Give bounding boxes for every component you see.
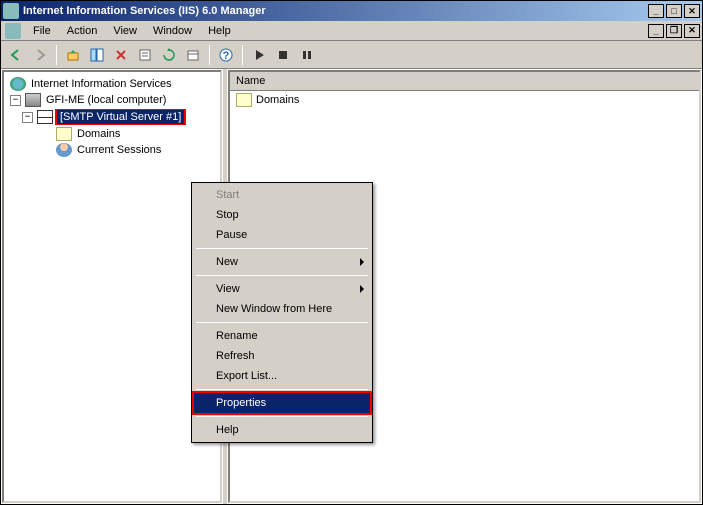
delete-button[interactable]	[110, 44, 132, 66]
menu-view[interactable]: View	[194, 279, 370, 299]
titlebar: Internet Information Services (IIS) 6.0 …	[1, 1, 702, 21]
menu-window[interactable]: Window	[145, 23, 200, 39]
pause-button[interactable]	[296, 44, 318, 66]
list-header-name[interactable]: Name	[230, 72, 699, 91]
tree-domains[interactable]: Domains	[6, 126, 218, 142]
up-button[interactable]	[62, 44, 84, 66]
menu-refresh[interactable]: Refresh	[194, 346, 370, 366]
menu-new[interactable]: New	[194, 252, 370, 272]
list-item-label: Domains	[256, 94, 299, 106]
menu-start: Start	[194, 185, 370, 205]
menu-properties[interactable]: Properties	[194, 393, 370, 413]
tree-smtp-label: [SMTP Virtual Server #1]	[57, 110, 184, 124]
content-area: Internet Information Services − GFI-ME (…	[1, 69, 702, 504]
refresh-button[interactable]	[158, 44, 180, 66]
app-icon	[3, 3, 19, 19]
start-button[interactable]	[248, 44, 270, 66]
tree-pane[interactable]: Internet Information Services − GFI-ME (…	[2, 70, 222, 503]
menu-view[interactable]: View	[105, 23, 145, 39]
svg-text:?: ?	[223, 50, 230, 62]
user-icon	[56, 143, 72, 157]
menu-rename[interactable]: Rename	[194, 326, 370, 346]
menu-separator	[196, 248, 368, 249]
collapse-icon[interactable]: −	[10, 95, 21, 106]
forward-button[interactable]	[29, 44, 51, 66]
collapse-icon[interactable]: −	[22, 112, 33, 123]
menu-new-window[interactable]: New Window from Here	[194, 299, 370, 319]
menu-file[interactable]: File	[25, 23, 59, 39]
menu-help[interactable]: Help	[194, 420, 370, 440]
tree-sessions-label: Current Sessions	[74, 143, 164, 157]
menu-action[interactable]: Action	[59, 23, 106, 39]
mdi-restore-button[interactable]: ❐	[666, 24, 682, 38]
mdi-close-button[interactable]: ✕	[684, 24, 700, 38]
context-menu: Start Stop Pause New View New Window fro…	[191, 182, 373, 443]
maximize-button[interactable]: □	[666, 4, 682, 18]
window-title: Internet Information Services (IIS) 6.0 …	[23, 5, 648, 17]
tree-sessions[interactable]: Current Sessions	[6, 142, 218, 158]
globe-icon	[10, 77, 26, 91]
help-button[interactable]: ?	[215, 44, 237, 66]
menu-help[interactable]: Help	[200, 23, 239, 39]
submenu-arrow-icon	[360, 285, 364, 293]
computer-icon	[25, 93, 41, 107]
tree-computer-label: GFI-ME (local computer)	[43, 93, 169, 107]
menu-pause[interactable]: Pause	[194, 225, 370, 245]
back-button[interactable]	[5, 44, 27, 66]
domain-icon	[236, 93, 252, 107]
tree-root-label: Internet Information Services	[28, 77, 175, 91]
menubar: File Action View Window Help _ ❐ ✕	[1, 21, 702, 41]
tree-domains-label: Domains	[74, 127, 123, 141]
toolbar: ?	[1, 41, 702, 69]
tree-computer[interactable]: − GFI-ME (local computer)	[6, 92, 218, 108]
mail-icon	[37, 110, 53, 124]
show-hide-tree-button[interactable]	[86, 44, 108, 66]
tree-root[interactable]: Internet Information Services	[6, 76, 218, 92]
stop-button[interactable]	[272, 44, 294, 66]
menu-separator	[196, 416, 368, 417]
app-window: Internet Information Services (IIS) 6.0 …	[0, 0, 703, 505]
mdi-minimize-button[interactable]: _	[648, 24, 664, 38]
menu-stop[interactable]: Stop	[194, 205, 370, 225]
submenu-arrow-icon	[360, 258, 364, 266]
menu-export[interactable]: Export List...	[194, 366, 370, 386]
menu-separator	[196, 389, 368, 390]
menu-separator	[196, 322, 368, 323]
menu-separator	[196, 275, 368, 276]
minimize-button[interactable]: _	[648, 4, 664, 18]
menu-app-icon	[5, 23, 21, 39]
tree-smtp[interactable]: − [SMTP Virtual Server #1]	[6, 108, 218, 126]
close-button[interactable]: ✕	[684, 4, 700, 18]
domain-icon	[56, 127, 72, 141]
export-button[interactable]	[182, 44, 204, 66]
list-item[interactable]: Domains	[230, 91, 699, 109]
properties-button[interactable]	[134, 44, 156, 66]
